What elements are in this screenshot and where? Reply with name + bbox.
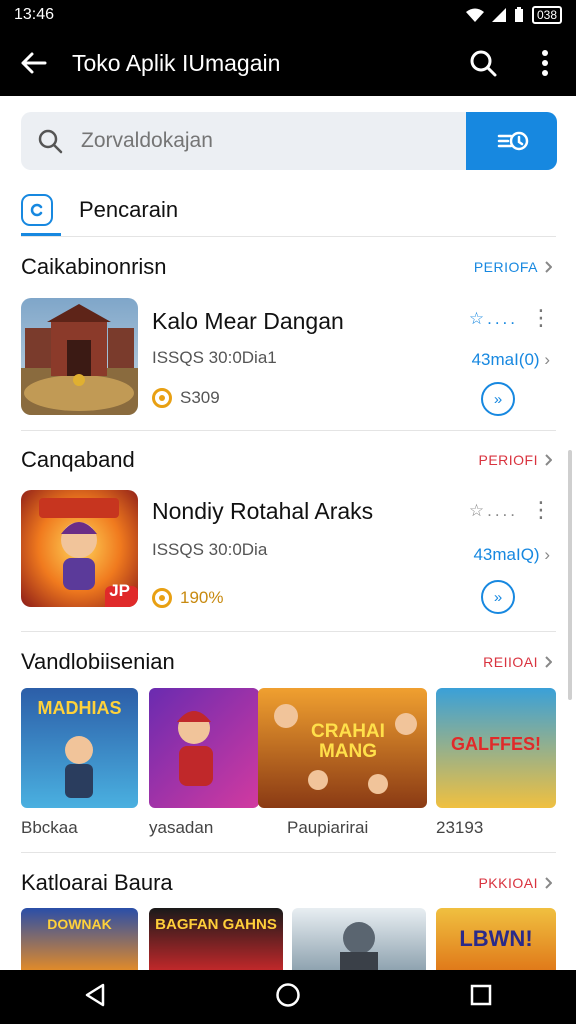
section-more-label: REIIOAI xyxy=(483,654,538,670)
app-price: S309 xyxy=(152,388,220,408)
status-time: 13:46 xyxy=(14,6,55,23)
nav-home-button[interactable] xyxy=(275,982,301,1013)
wifi-icon xyxy=(465,8,484,22)
signal-icon xyxy=(491,8,506,22)
star-icon: ☆ xyxy=(468,501,488,520)
battery-level: 038 xyxy=(531,6,562,24)
app-thumbnail[interactable]: JP xyxy=(21,490,138,607)
app-size-label: 43maIQ) xyxy=(473,545,540,564)
back-arrow-icon xyxy=(21,52,47,74)
game-art-title: DOWNAK xyxy=(47,916,112,932)
chevron-right-icon xyxy=(545,261,552,273)
search-bar xyxy=(21,112,557,170)
app-thumbnail[interactable] xyxy=(21,298,138,415)
download-button[interactable]: » xyxy=(481,382,515,416)
divider xyxy=(21,430,556,431)
app-size[interactable]: 43maIQ) › xyxy=(473,545,550,565)
app-price: 190% xyxy=(152,588,223,608)
nav-back-button[interactable] xyxy=(84,983,106,1012)
chevron-right-icon xyxy=(545,656,552,668)
game-art-title: LBWN! xyxy=(459,926,533,951)
section-more-label: PERIOFA xyxy=(473,259,538,275)
price-value: 190% xyxy=(180,588,224,607)
chevron-right-icon xyxy=(545,454,552,466)
battery-icon xyxy=(514,7,523,22)
game-art-title: GALFFES! xyxy=(451,734,541,754)
more-vert-icon xyxy=(542,50,548,76)
nav-home-icon xyxy=(276,982,300,1007)
section-more-link[interactable]: PERIOFA xyxy=(474,259,552,275)
nav-recents-icon xyxy=(470,984,491,1005)
game-thumbnail[interactable]: GALFFES! xyxy=(436,688,556,808)
download-button[interactable]: » xyxy=(481,580,515,614)
rating-stars: ☆.... xyxy=(468,501,518,520)
app-name[interactable]: Kalo Mear Dangan xyxy=(152,308,344,335)
back-button[interactable] xyxy=(0,30,66,96)
game-label[interactable]: Paupiarirai xyxy=(287,818,368,838)
game-thumbnail[interactable]: CRAHAI MANG xyxy=(258,688,427,808)
nav-recents-button[interactable] xyxy=(470,984,492,1011)
search-input[interactable] xyxy=(79,128,466,154)
section-title: Caikabinonrisn xyxy=(21,254,167,279)
section-more-label: PERIOFI xyxy=(478,452,538,468)
tab-search[interactable]: Pencarain xyxy=(21,184,178,236)
filter-button[interactable] xyxy=(466,112,557,170)
app-badge: JP xyxy=(109,581,130,600)
download-icon: » xyxy=(493,588,503,606)
nav-back-icon xyxy=(86,983,105,1006)
section-title: Katloarai Baura xyxy=(21,870,173,895)
price-value: S309 xyxy=(180,388,220,407)
game-thumbnail[interactable]: MADHIAS xyxy=(21,688,138,808)
status-bar: 13:46 038 xyxy=(0,0,576,30)
download-icon: » xyxy=(493,390,503,408)
more-options-button[interactable] xyxy=(514,30,576,96)
game-label[interactable]: yasadan xyxy=(149,818,213,838)
game-thumbnail[interactable] xyxy=(292,908,426,970)
section-title: Canqaband xyxy=(21,447,135,472)
game-label[interactable]: 23193 xyxy=(436,818,483,838)
section-more-link[interactable]: PKKIOAI xyxy=(478,875,552,891)
game-art-title: BAGFAN GAHNS xyxy=(155,916,277,933)
game-thumbnail[interactable] xyxy=(149,688,259,808)
rating-stars: ☆.... xyxy=(468,309,518,328)
divider xyxy=(21,852,556,853)
page-title: Toko Aplik IUmagain xyxy=(72,49,281,76)
scrollbar[interactable] xyxy=(568,450,572,700)
system-nav-bar xyxy=(0,970,576,1024)
section-title: Vandlobiisenian xyxy=(21,649,175,674)
game-thumbnail[interactable]: DOWNAK xyxy=(21,908,138,970)
filter-icon xyxy=(497,131,528,151)
chevron-right-icon xyxy=(545,877,552,889)
section-more-label: PKKIOAI xyxy=(478,875,538,891)
game-thumbnail[interactable]: BAGFAN GAHNS xyxy=(149,908,283,970)
section-more-link[interactable]: REIIOAI xyxy=(483,654,552,670)
star-icon: ☆ xyxy=(468,309,488,328)
search-icon xyxy=(470,50,497,77)
game-label[interactable]: Bbckaa xyxy=(21,818,78,838)
app-subtitle: ISSQS 30:0Dia xyxy=(152,540,268,559)
item-more-button[interactable]: ⋮ xyxy=(530,499,552,521)
chevron-right-icon: › xyxy=(544,545,550,564)
app-subtitle: ISSQS 30:0Dia1 xyxy=(152,348,277,367)
app-size[interactable]: 43maI(0) › xyxy=(472,350,550,370)
status-icons: 038 xyxy=(465,6,562,24)
coin-icon xyxy=(152,588,172,608)
game-thumbnail[interactable]: LBWN! xyxy=(436,908,556,970)
chevron-right-icon: › xyxy=(544,350,550,369)
search-field-icon xyxy=(21,128,79,154)
search-button[interactable] xyxy=(452,30,514,96)
coin-icon xyxy=(152,388,172,408)
search-icon xyxy=(38,129,63,154)
tab-label: Pencarain xyxy=(79,197,179,222)
tab-icon xyxy=(21,194,53,226)
app-size-label: 43maI(0) xyxy=(471,350,540,369)
section-more-link[interactable]: PERIOFI xyxy=(478,452,552,468)
item-more-button[interactable]: ⋮ xyxy=(530,307,552,329)
app-bar: Toko Aplik IUmagain xyxy=(0,30,576,96)
divider xyxy=(21,631,556,632)
app-name[interactable]: Nondiy Rotahal Araks xyxy=(152,498,373,525)
divider xyxy=(21,236,556,237)
